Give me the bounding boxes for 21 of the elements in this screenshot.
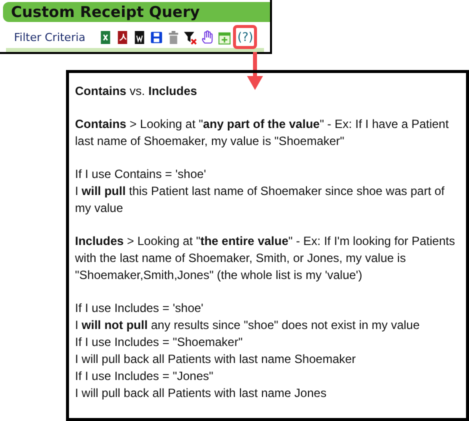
callout-text: I will pull back all Patients with last name Shoemaker bbox=[75, 351, 357, 368]
pdf-document-icon[interactable] bbox=[116, 30, 130, 44]
document-icon[interactable] bbox=[133, 30, 146, 44]
hand-icon[interactable] bbox=[201, 30, 214, 44]
callout-text: I will not pull any results since "shoe" does not exist in my value bbox=[75, 317, 421, 334]
callout-text: Includes > Looking at "the entire value" - Ex: If I'm looking for Patients with the last name of Shoemaker, Smith, or Jones, my value is "Shoemaker,Smith,Jones" (the whole list is my 'value') bbox=[75, 233, 456, 284]
panel-title: Custom Receipt Query bbox=[3, 2, 270, 22]
callout-text: If I use Contains = 'shoe' bbox=[75, 166, 207, 183]
callout-text: I will pull this Patient last name of Shoemaker since shoe was part of my value bbox=[75, 183, 446, 217]
clear-filter-icon[interactable] bbox=[184, 30, 198, 44]
spreadsheet-icon[interactable] bbox=[99, 30, 112, 44]
filter-criteria-label: Filter Criteria bbox=[14, 30, 86, 44]
save-icon[interactable] bbox=[150, 30, 164, 44]
callout-text: Contains > Looking at "any part of the value" - Ex: If I have a Patient last name of Shoemaker, my value is "Shoemaker" bbox=[75, 116, 450, 150]
callout-text: If I use Includes = 'shoe' bbox=[75, 300, 204, 317]
callout-text: If I use Includes = "Jones" bbox=[75, 368, 214, 385]
callout-text: If I use Includes = "Shoemaker" bbox=[75, 334, 244, 351]
callout-text: I will pull back all Patients with last name Jones bbox=[75, 385, 328, 402]
callout-text: Contains vs. Includes bbox=[75, 83, 198, 100]
calendar-add-icon[interactable] bbox=[218, 30, 232, 44]
callout-arrow bbox=[247, 52, 263, 90]
